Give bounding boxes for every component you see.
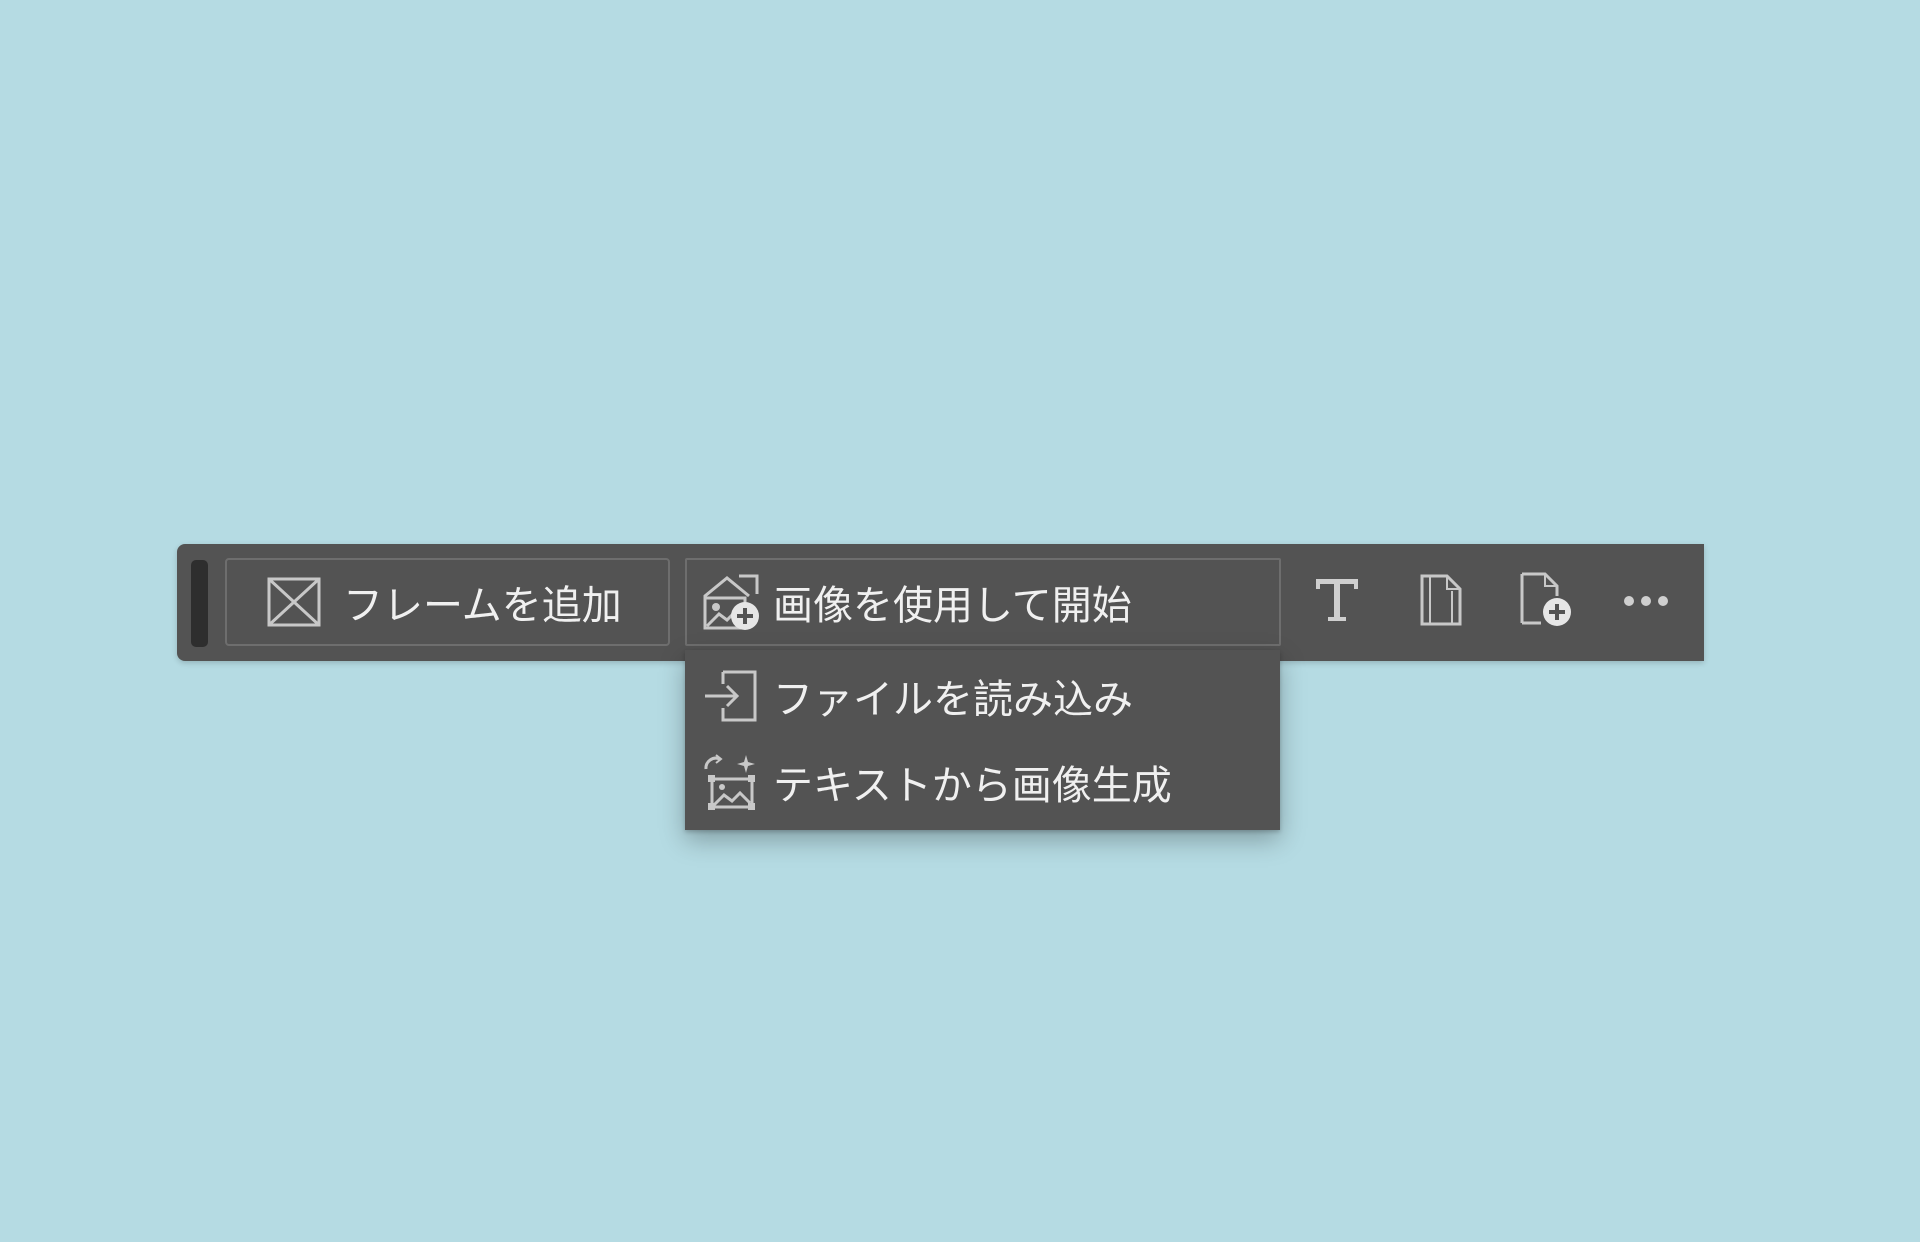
start-with-image-button[interactable]: 画像を使用して開始	[685, 558, 1281, 646]
menu-item-label: ファイルを読み込み	[773, 677, 1133, 723]
contextual-task-bar: フレームを追加 画像を使用して開始	[177, 544, 1704, 661]
drag-handle[interactable]	[191, 560, 208, 647]
page-icon	[1419, 573, 1463, 631]
text-tool-button[interactable]	[1305, 570, 1369, 634]
text-to-image-icon	[701, 752, 761, 812]
frame-icon	[267, 577, 321, 627]
add-frame-label: フレームを追加	[343, 583, 622, 629]
more-options-button[interactable]	[1614, 570, 1678, 634]
artboard-tool-button[interactable]	[1409, 570, 1473, 634]
menu-item-text-to-image[interactable]: テキストから画像生成	[685, 738, 1280, 826]
add-page-button[interactable]	[1515, 570, 1579, 634]
image-add-icon	[701, 572, 761, 632]
menu-item-import-file[interactable]: ファイルを読み込み	[685, 652, 1280, 740]
start-with-image-label: 画像を使用して開始	[773, 583, 1132, 629]
more-dots-icon	[1622, 593, 1670, 612]
add-page-icon	[1519, 571, 1575, 633]
menu-item-label: テキストから画像生成	[773, 763, 1172, 809]
import-file-icon	[701, 666, 761, 726]
add-frame-button[interactable]: フレームを追加	[225, 558, 670, 646]
text-t-icon	[1312, 575, 1362, 629]
start-with-image-dropdown: ファイルを読み込み テキストから画像生成	[685, 650, 1280, 830]
